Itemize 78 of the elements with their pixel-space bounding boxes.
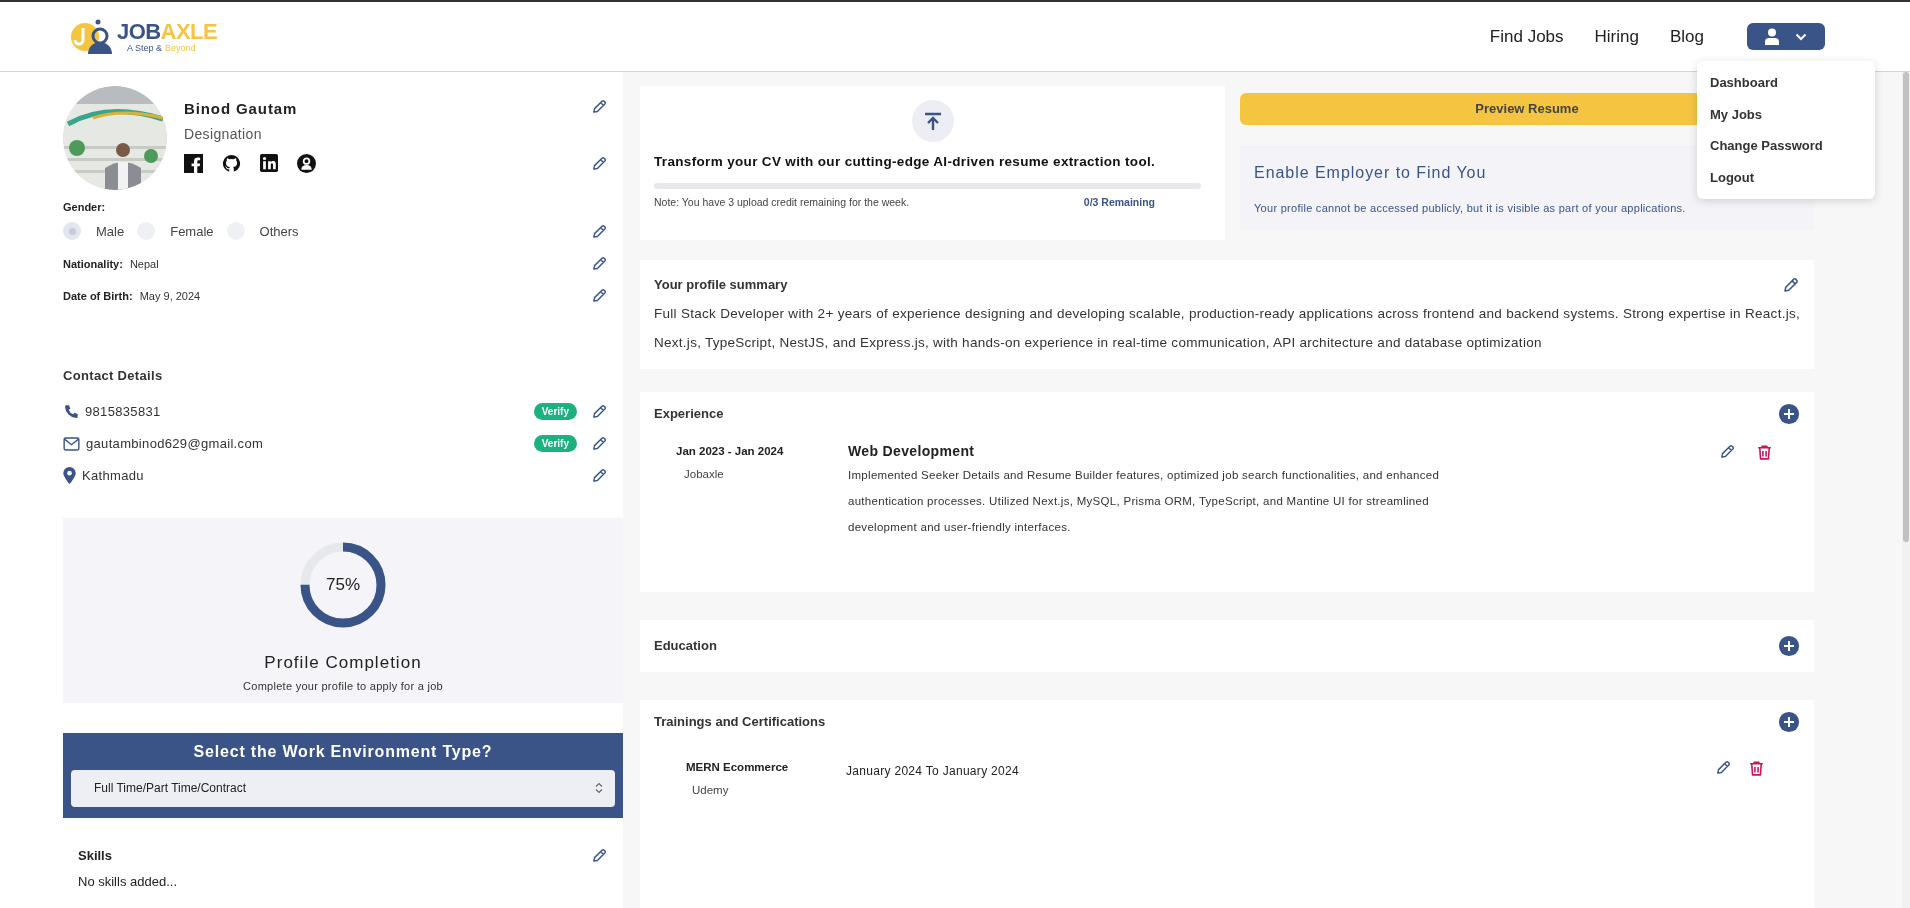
section-title: Contact Details: [63, 367, 164, 385]
radio-option[interactable]: Male: [63, 221, 125, 241]
edit-icon[interactable]: [591, 255, 608, 272]
section-title: Experience: [654, 404, 724, 423]
training-name: MERN Ecommerce: [686, 759, 790, 775]
field-label: Gender:: [63, 200, 107, 215]
edit-icon[interactable]: [591, 222, 608, 240]
nav-link[interactable]: Find Jobs: [1489, 23, 1564, 50]
logo-text: AXLE: [160, 20, 218, 43]
entry-description: Implemented Seeker Details and Resume Builder features, optimized job search functionalities, and enhanced authentication processes. Utilized Next.js, MySQL, Prisma ORM, TypeScript, and Mantine UI for streamlined development and user-friendly interfaces.: [848, 467, 1441, 535]
select-field[interactable]: Full Time/Part Time/Contract: [71, 769, 615, 807]
note-text: Note: You have 3 upload credit remaining for the week.: [654, 195, 910, 211]
date-range: January 2024 To January 2024: [846, 762, 1019, 780]
menu-item[interactable]: Logout: [1697, 161, 1875, 193]
contact-value: Kathmadu: [82, 466, 144, 485]
section-title: Education: [654, 636, 717, 655]
linkedin-icon[interactable]: [260, 154, 278, 172]
contact-value: 9815835831: [85, 402, 161, 421]
section-title: Skills: [78, 846, 112, 865]
add-icon[interactable]: [1778, 634, 1800, 657]
empty-text: No skills added...: [77, 873, 178, 891]
tagline: Beyond: [165, 43, 196, 53]
designation: Designation: [184, 124, 263, 144]
section-title: Your profile summary: [654, 276, 788, 294]
edit-icon[interactable]: [591, 467, 608, 484]
entry-title: Web Development: [848, 441, 976, 461]
edit-icon[interactable]: [591, 287, 608, 304]
add-icon[interactable]: [1778, 710, 1800, 733]
edit-icon[interactable]: [591, 846, 608, 864]
card-text: Your profile cannot be accessed publicly, but it is visible as part of your applications.: [1254, 201, 1687, 216]
user-circle-icon[interactable]: [297, 153, 316, 173]
add-icon[interactable]: [1778, 402, 1800, 425]
edit-icon[interactable]: [1715, 758, 1732, 776]
contact-value: gautambinod629@gmail.com: [86, 434, 264, 453]
logo-text: JOB: [117, 20, 161, 43]
percent-text: 75%: [326, 573, 360, 596]
date-range: Jan 2023 - Jan 2024: [676, 443, 785, 459]
github-icon[interactable]: [222, 153, 241, 173]
edit-icon[interactable]: [1719, 442, 1736, 460]
field-label: Date of Birth:: [63, 288, 133, 304]
card-subtitle: Complete your profile to apply for a job: [243, 679, 443, 694]
field-label: Nationality:: [63, 256, 123, 272]
card-title: Enable Employer to Find You: [1254, 163, 1487, 183]
chevron-up-down-icon: [595, 782, 603, 794]
radio-option[interactable]: Female: [137, 221, 214, 241]
edit-icon[interactable]: [591, 98, 608, 115]
remaining-text: 0/3 Remaining: [1083, 195, 1155, 211]
mail-icon: [63, 436, 80, 451]
menu-item[interactable]: Change Password: [1697, 130, 1875, 162]
field-value: Nepal: [129, 256, 159, 272]
phone-icon: [63, 403, 79, 420]
edit-icon[interactable]: [591, 403, 608, 420]
facebook-icon[interactable]: [184, 153, 203, 173]
profile-name: Binod Gautam: [184, 99, 298, 119]
scrollbar[interactable]: [1902, 72, 1910, 908]
field-value: May 9, 2024: [139, 288, 201, 304]
upload-icon[interactable]: [911, 100, 954, 142]
delete-icon[interactable]: [1747, 758, 1766, 778]
nav-link[interactable]: Blog: [1669, 23, 1704, 50]
delete-icon[interactable]: [1755, 442, 1774, 462]
provider-name: Udemy: [691, 782, 730, 798]
card-title: Profile Completion: [264, 651, 422, 674]
edit-icon[interactable]: [591, 435, 608, 452]
panel-title: Select the Work Environment Type?: [192, 741, 494, 762]
radio-option[interactable]: Others: [226, 221, 299, 241]
edit-icon[interactable]: [591, 154, 608, 172]
summary-text: Full Stack Developer with 2+ years of experience designing and developing scalable, production-ready applications across frontend and backend systems. Strong expertise in React.js, Next.js, TypeScript, NestJS, and Express.js, with hands-on experience in real-time communication, API architecture and database optimization: [654, 304, 1800, 352]
tagline: A Step &: [127, 43, 163, 53]
edit-icon[interactable]: [1782, 275, 1800, 294]
user-menu-button[interactable]: [1747, 23, 1825, 50]
logo-icon: [70, 17, 114, 56]
section-title: Trainings and Certifications: [654, 712, 826, 731]
nav-link[interactable]: Hiring: [1594, 23, 1639, 50]
location-pin-icon: [63, 467, 76, 484]
upload-heading: Transform your CV with our cutting-edge AI-driven resume extraction tool.: [654, 153, 1157, 171]
company-name: Jobaxle: [683, 466, 725, 482]
user-icon: [1765, 28, 1779, 45]
chevron-down-icon: [1795, 32, 1807, 41]
